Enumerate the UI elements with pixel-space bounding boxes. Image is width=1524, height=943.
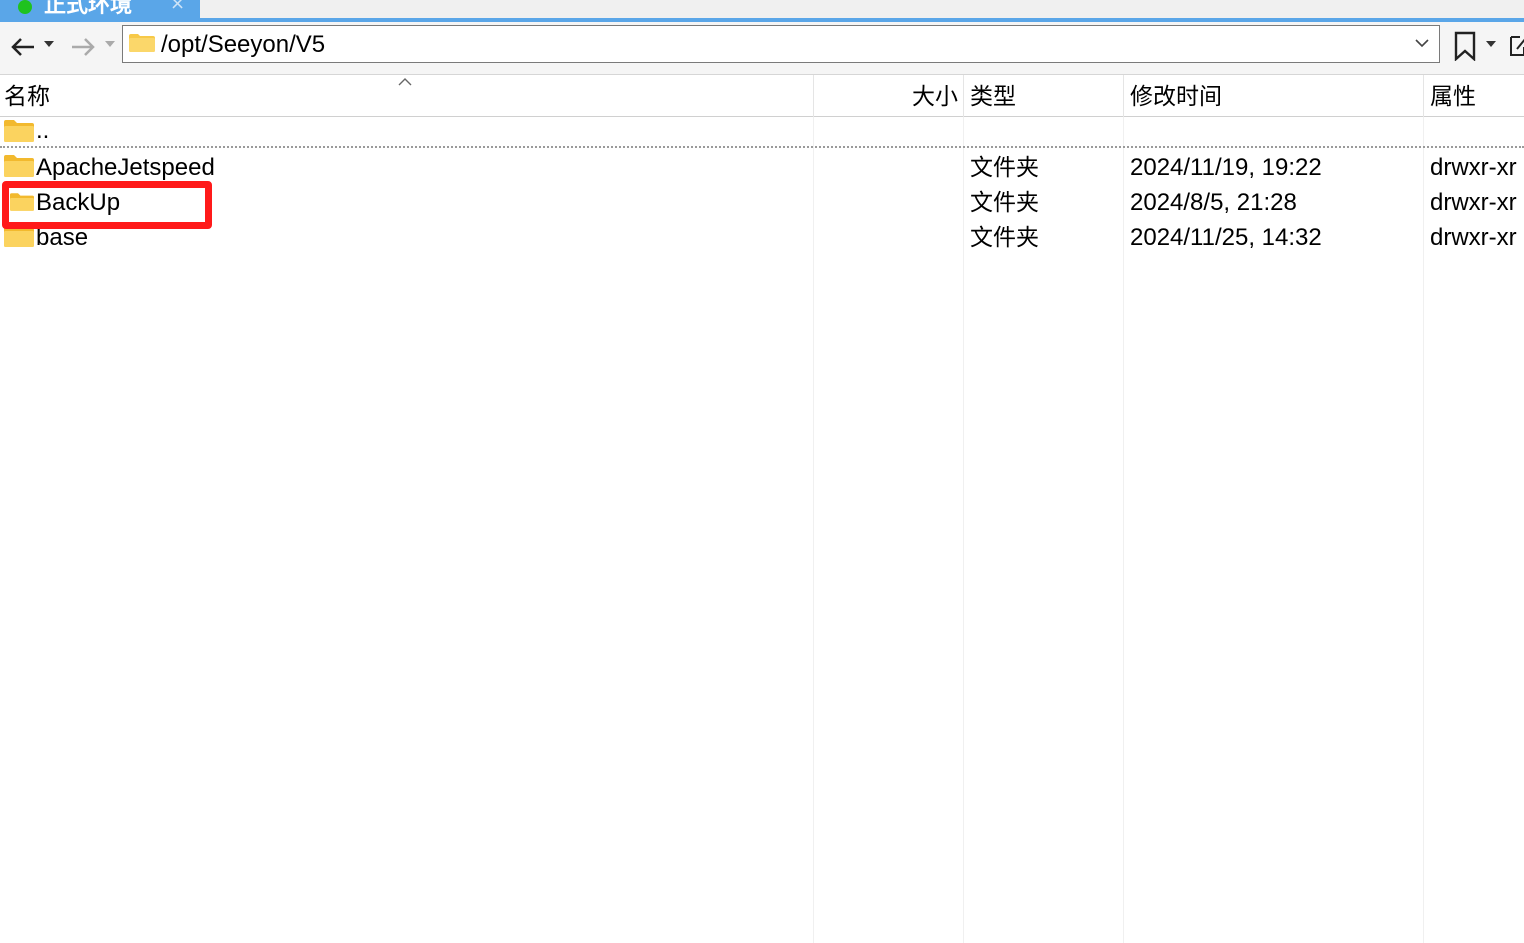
file-type: 文件夹	[970, 155, 1039, 181]
column-header-size[interactable]: 大小	[814, 75, 958, 117]
file-attributes: drwxr-xr	[1430, 224, 1517, 251]
file-name: ..	[36, 117, 50, 144]
tab-label: 正式环境	[44, 0, 133, 18]
path-bar[interactable]: /opt/Seeyon/V5	[122, 25, 1440, 63]
file-type: 文件夹	[970, 225, 1039, 251]
folder-icon	[4, 120, 34, 142]
column-header-modified[interactable]: 修改时间	[1130, 75, 1222, 117]
file-type: 文件夹	[970, 190, 1039, 216]
column-header-type[interactable]: 类型	[970, 75, 1016, 117]
sort-ascending-icon	[398, 78, 412, 86]
path-input[interactable]: /opt/Seeyon/V5	[161, 30, 325, 60]
parent-directory-row[interactable]: ..	[0, 117, 1524, 148]
file-modified: 2024/8/5, 21:28	[1130, 189, 1297, 216]
tab-bar: 正式环境 ×	[0, 0, 1524, 22]
column-divider[interactable]	[963, 75, 964, 117]
back-history-dropdown[interactable]	[44, 41, 54, 47]
bookmark-icon[interactable]	[1452, 31, 1478, 61]
chevron-down-icon[interactable]	[1415, 36, 1429, 50]
column-header-name[interactable]: 名称	[4, 75, 50, 117]
arrow-right-icon	[72, 38, 95, 56]
folder-icon	[4, 155, 34, 177]
column-header-attributes[interactable]: 属性	[1430, 75, 1476, 117]
close-icon[interactable]: ×	[170, 0, 185, 14]
column-divider[interactable]	[1123, 75, 1124, 117]
tab-production[interactable]: 正式环境 ×	[0, 0, 200, 18]
file-row[interactable]: base 文件夹 2024/11/25, 14:32 drwxr-xr	[0, 220, 1524, 255]
file-modified: 2024/11/25, 14:32	[1130, 224, 1322, 251]
connection-status-icon	[18, 0, 32, 14]
file-list-header: 名称 大小 类型 修改时间 属性	[0, 75, 1524, 117]
file-row[interactable]: BackUp 文件夹 2024/8/5, 21:28 drwxr-xr	[0, 185, 1524, 220]
edit-path-icon[interactable]	[1508, 33, 1524, 59]
column-divider[interactable]	[1423, 75, 1424, 117]
bookmark-dropdown[interactable]	[1486, 41, 1496, 47]
file-attributes: drwxr-xr	[1430, 154, 1517, 181]
navigation-toolbar: /opt/Seeyon/V5	[0, 22, 1524, 75]
arrow-left-icon	[11, 38, 34, 56]
file-row[interactable]: ApacheJetspeed 文件夹 2024/11/19, 19:22 drw…	[0, 150, 1524, 185]
folder-icon	[129, 34, 155, 52]
file-attributes: drwxr-xr	[1430, 189, 1517, 216]
highlight-annotation	[2, 181, 212, 229]
forward-button[interactable]	[68, 32, 98, 62]
forward-history-dropdown[interactable]	[105, 41, 115, 47]
back-button[interactable]	[8, 32, 38, 62]
file-modified: 2024/11/19, 19:22	[1130, 154, 1322, 181]
